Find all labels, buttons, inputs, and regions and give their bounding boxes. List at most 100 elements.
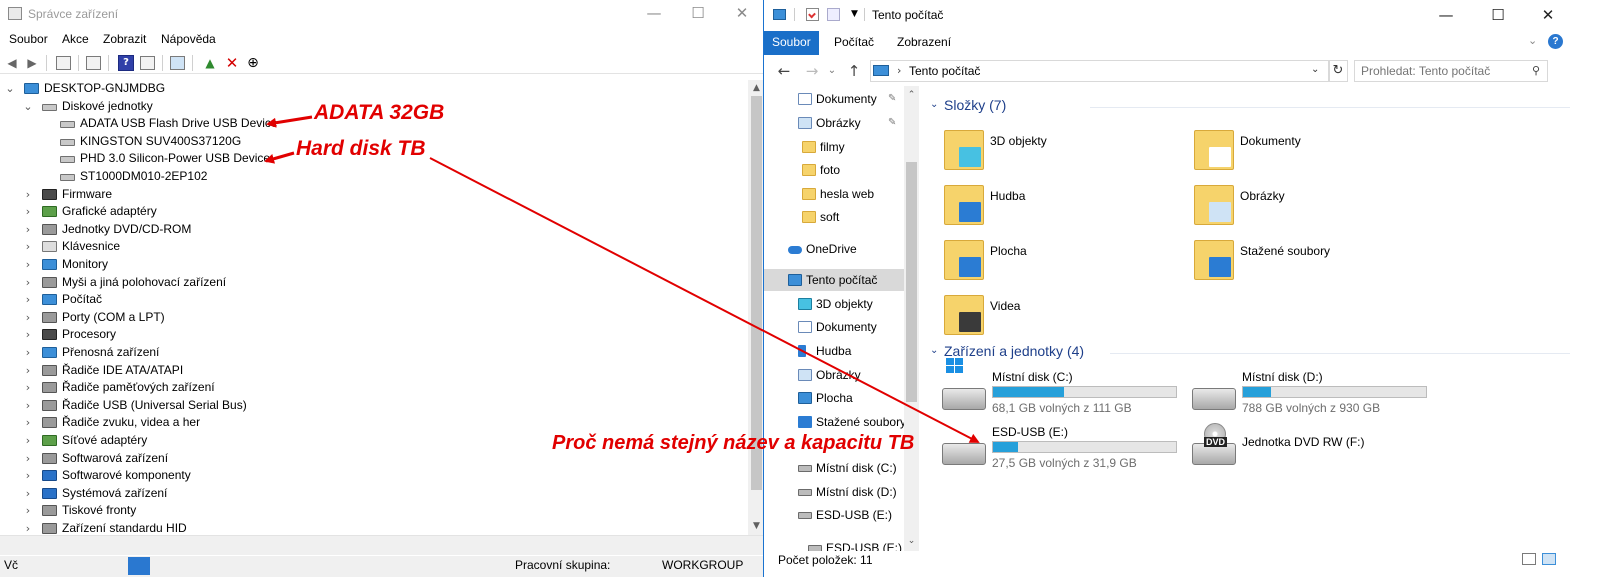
search-input[interactable]	[1354, 60, 1548, 82]
breadcrumb-this-pc[interactable]: Tento počítač	[909, 64, 980, 78]
nav-item[interactable]: hesla web	[764, 183, 904, 205]
console-tree-icon[interactable]	[56, 56, 71, 70]
up-arrow-icon[interactable]: ↑	[844, 61, 864, 81]
folder-tile[interactable]: Videa	[944, 291, 1184, 343]
close-button[interactable]: ✕	[720, 0, 764, 28]
properties-quick-icon[interactable]	[806, 8, 819, 21]
nav-item[interactable]: Plocha	[764, 387, 904, 409]
menu-akce[interactable]: Akce	[62, 32, 89, 46]
folder-tile[interactable]: Stažené soubory	[1194, 236, 1434, 288]
chevron-right-icon[interactable]: ›	[22, 221, 34, 238]
drive-tile[interactable]: ESD-USB (E:) 27,5 GB volných z 31,9 GB	[942, 425, 1192, 477]
nav-item[interactable]: Stažené soubory	[764, 411, 904, 433]
chevron-down-icon[interactable]: ⌄	[4, 80, 16, 97]
navigation-pane-scrollbar[interactable]: ⌃ ⌄	[904, 86, 919, 551]
chevron-right-icon[interactable]: ›	[22, 414, 34, 431]
nav-item[interactable]: Místní disk (D:)	[764, 481, 904, 503]
search-icon[interactable]: ⚲	[1532, 64, 1544, 77]
expand-ribbon-icon[interactable]: ⌄	[1528, 34, 1537, 47]
device-manager-titlebar[interactable]: Správce zařízení — ☐ ✕	[0, 0, 770, 28]
nav-item[interactable]: Obrázky	[764, 364, 904, 386]
pin-icon[interactable]: ✎	[888, 88, 896, 110]
folder-tile[interactable]: Plocha	[944, 236, 1184, 288]
chevron-right-icon[interactable]: ›	[22, 432, 34, 449]
chevron-right-icon[interactable]: ›	[22, 467, 34, 484]
minimize-button[interactable]: —	[632, 0, 676, 28]
tab-zobrazeni[interactable]: Zobrazení	[889, 31, 959, 55]
nav-item[interactable]: filmy	[764, 136, 904, 158]
folder-tile[interactable]: Dokumenty	[1194, 126, 1434, 178]
scroll-down-icon[interactable]: ⌄	[904, 534, 919, 548]
chevron-right-icon[interactable]: ›	[22, 186, 34, 203]
chevron-right-icon[interactable]: ›	[22, 520, 34, 535]
refresh-button[interactable]: ↻	[1328, 60, 1348, 82]
maximize-button[interactable]: ☐	[1476, 2, 1520, 30]
action-pane-icon[interactable]	[140, 56, 155, 70]
menu-zobrazit[interactable]: Zobrazit	[103, 32, 146, 46]
chevron-right-icon[interactable]: ›	[22, 485, 34, 502]
chevron-right-icon[interactable]: ›	[22, 291, 34, 308]
breadcrumb-chevron-icon[interactable]: ›	[897, 64, 901, 77]
scroll-up-icon[interactable]: ⌃	[904, 88, 919, 102]
chevron-right-icon[interactable]: ›	[22, 256, 34, 273]
folders-group-header[interactable]: ⌄ Složky (7)	[930, 96, 1570, 118]
menu-soubor[interactable]: Soubor	[9, 32, 48, 46]
recent-locations-icon[interactable]: ⌄	[822, 61, 842, 81]
forward-arrow-icon[interactable]: →	[802, 61, 822, 81]
nav-item[interactable]: Obrázky ✎	[764, 112, 904, 134]
chevron-right-icon[interactable]: ›	[22, 274, 34, 291]
help-icon[interactable]: ?	[118, 55, 134, 71]
drive-tile[interactable]: DVD Jednotka DVD RW (F:)	[1192, 423, 1442, 477]
chevron-right-icon[interactable]: ›	[22, 397, 34, 414]
nav-item[interactable]: Hudba	[764, 340, 904, 362]
back-arrow-icon[interactable]: ←	[774, 61, 794, 81]
uninstall-icon[interactable]: ✕	[224, 55, 240, 71]
maximize-button[interactable]: ☐	[676, 0, 720, 28]
chevron-right-icon[interactable]: ›	[22, 450, 34, 467]
customize-quick-access-icon[interactable]: ▼	[848, 8, 861, 21]
menu-napoveda[interactable]: Nápověda	[161, 32, 216, 46]
scan-hardware-icon[interactable]	[170, 56, 185, 70]
tab-pocitac[interactable]: Počítač	[826, 31, 882, 55]
folder-tile[interactable]: 3D objekty	[944, 126, 1184, 178]
chevron-down-icon[interactable]: ⌄	[22, 98, 34, 115]
help-icon[interactable]: ?	[1548, 34, 1563, 49]
nav-item[interactable]: ESD-USB (E:)	[764, 537, 904, 551]
scrollbar-thumb[interactable]	[751, 96, 762, 490]
device-tree-horizontal-scrollbar[interactable]	[0, 535, 765, 555]
details-view-icon[interactable]	[1522, 553, 1536, 565]
chevron-right-icon[interactable]: ›	[22, 502, 34, 519]
properties-icon[interactable]	[86, 56, 101, 70]
chevron-right-icon[interactable]: ›	[22, 344, 34, 361]
chevron-right-icon[interactable]: ›	[22, 238, 34, 255]
close-button[interactable]: ✕	[1526, 2, 1570, 30]
nav-item[interactable]: Dokumenty	[764, 316, 904, 338]
large-icons-view-icon[interactable]	[1542, 553, 1556, 565]
nav-item[interactable]: OneDrive	[764, 238, 904, 260]
chevron-right-icon[interactable]: ›	[22, 326, 34, 343]
nav-item[interactable]: Dokumenty ✎	[764, 88, 904, 110]
scrollbar-thumb[interactable]	[906, 162, 917, 402]
nav-item[interactable]: ESD-USB (E:)	[764, 504, 904, 526]
pin-icon[interactable]: ✎	[888, 112, 896, 134]
back-icon[interactable]: ◀	[4, 55, 20, 71]
chevron-right-icon[interactable]: ›	[22, 379, 34, 396]
drives-group-header[interactable]: ⌄ Zařízení a jednotky (4)	[930, 342, 1570, 364]
explorer-titlebar[interactable]: ▼ Tento počítač — ☐ ✕	[764, 0, 1598, 31]
update-driver-icon[interactable]: ▲	[202, 55, 218, 71]
nav-item[interactable]: Tento počítač	[764, 269, 904, 291]
drive-tile[interactable]: Místní disk (C:) 68,1 GB volných z 111 GB	[942, 358, 1192, 422]
address-bar[interactable]: › Tento počítač ⌄	[870, 60, 1330, 82]
tab-soubor[interactable]: Soubor	[764, 31, 819, 55]
chevron-right-icon[interactable]: ›	[22, 203, 34, 220]
install-icon[interactable]: ⊕	[245, 55, 261, 71]
address-dropdown-icon[interactable]: ⌄	[1311, 64, 1319, 75]
chevron-right-icon[interactable]: ›	[22, 309, 34, 326]
folder-tile[interactable]: Obrázky	[1194, 181, 1434, 233]
nav-item[interactable]: soft	[764, 206, 904, 228]
nav-item[interactable]: Místní disk (C:)	[764, 457, 904, 479]
chevron-right-icon[interactable]: ›	[22, 362, 34, 379]
new-folder-quick-icon[interactable]	[827, 8, 840, 21]
nav-item[interactable]: foto	[764, 159, 904, 181]
folder-tile[interactable]: Hudba	[944, 181, 1184, 233]
